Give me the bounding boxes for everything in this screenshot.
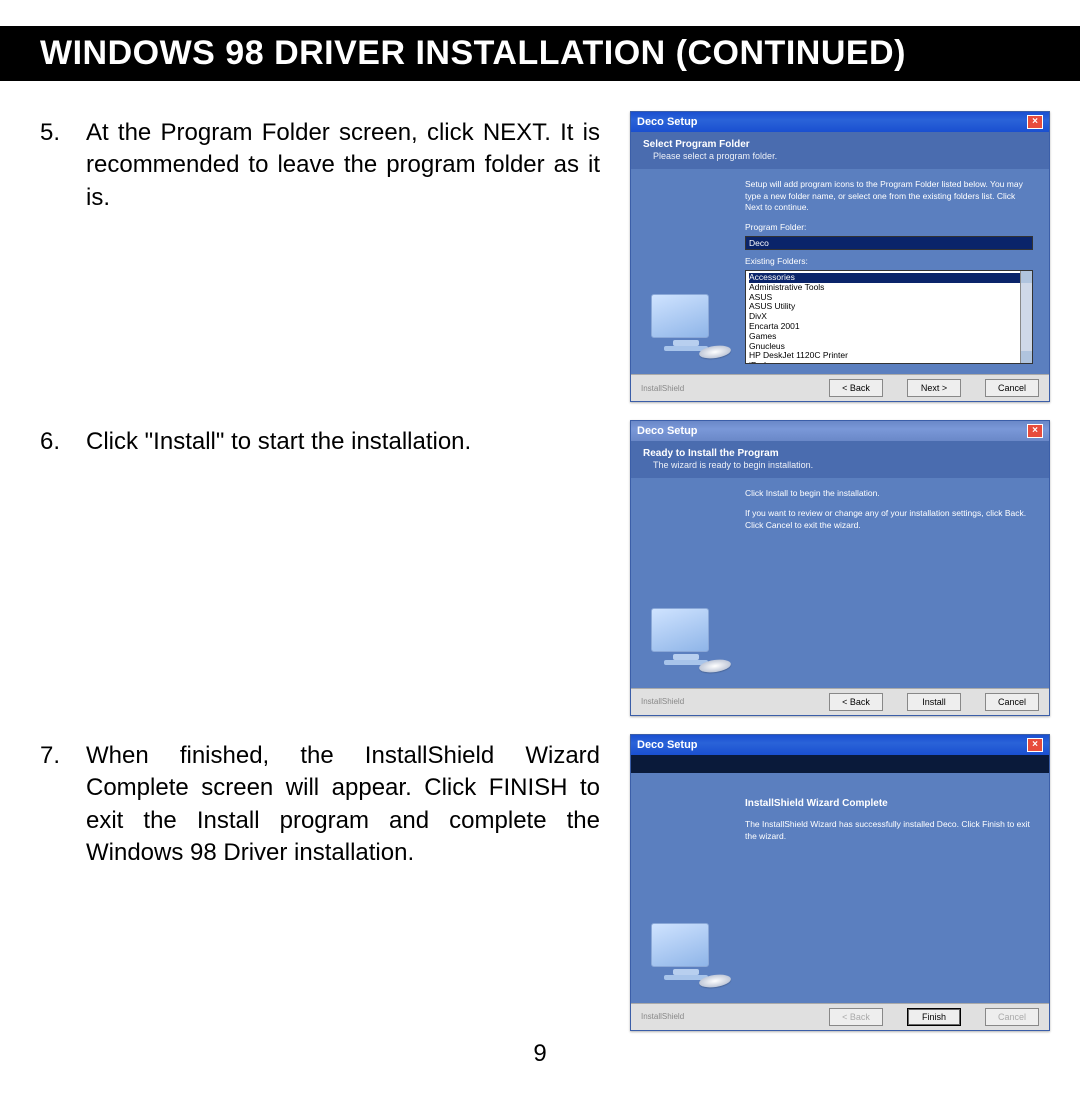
wizard-body: InstallShield Wizard Complete The Instal… (631, 773, 1049, 1003)
computer-icon (651, 294, 721, 354)
brand-label: InstallShield (641, 384, 684, 393)
list-item[interactable]: ASUS Utility (749, 302, 1029, 312)
titlebar: Deco Setup × (631, 112, 1049, 132)
cancel-button[interactable]: Cancel (985, 379, 1039, 397)
wizard-subheader: Select Program Folder Please select a pr… (631, 132, 1049, 169)
step-5-row: 5. At the Program Folder screen, click N… (40, 111, 1052, 402)
page-number: 9 (0, 1040, 1080, 1068)
subheader-desc: Please select a program folder. (643, 151, 1037, 163)
step-5-body: At the Program Folder screen, click NEXT… (86, 117, 600, 214)
list-item[interactable]: iPod (749, 361, 1029, 364)
page-title: WINDOWS 98 DRIVER INSTALLATION (CONTINUE… (40, 34, 1040, 73)
existing-label: Existing Folders: (745, 256, 1033, 268)
step-7-row: 7. When finished, the InstallShield Wiza… (40, 734, 1052, 1031)
cancel-button[interactable]: Cancel (985, 693, 1039, 711)
subheader-desc: The wizard is ready to begin installatio… (643, 460, 1037, 472)
brand-label: InstallShield (641, 1012, 684, 1021)
computer-icon (651, 923, 721, 983)
list-item[interactable]: Administrative Tools (749, 283, 1029, 293)
page-header: WINDOWS 98 DRIVER INSTALLATION (CONTINUE… (0, 26, 1080, 81)
screenshot-5: Deco Setup × Select Program Folder Pleas… (630, 111, 1050, 402)
window-title: Deco Setup (637, 739, 698, 751)
next-button[interactable]: Next > (907, 379, 961, 397)
wizard-hint2: If you want to review or change any of y… (745, 508, 1033, 532)
wizard-graphic (631, 773, 741, 1003)
wizard-right: Click Install to begin the installation.… (741, 478, 1049, 688)
install-button[interactable]: Install (907, 693, 961, 711)
subheader-title: Select Program Folder (643, 138, 1037, 151)
finish-button[interactable]: Finish (907, 1008, 961, 1026)
step-7-body: When finished, the InstallShield Wizard … (86, 740, 600, 870)
subheader-title: Ready to Install the Program (643, 447, 1037, 460)
window-title: Deco Setup (637, 425, 698, 437)
wizard-subheader-dark (631, 755, 1049, 773)
step-6-text: 6. Click "Install" to start the installa… (40, 420, 600, 458)
wizard-footer: InstallShield < Back Next > Cancel (631, 374, 1049, 401)
back-button[interactable]: < Back (829, 1008, 883, 1026)
step-6-num: 6. (40, 426, 70, 458)
step-7-num: 7. (40, 740, 70, 870)
back-button[interactable]: < Back (829, 693, 883, 711)
complete-title: InstallShield Wizard Complete (745, 797, 1033, 811)
cancel-button[interactable]: Cancel (985, 1008, 1039, 1026)
wizard-graphic (631, 478, 741, 688)
program-folder-input[interactable]: Deco (745, 236, 1033, 250)
wizard-body: Setup will add program icons to the Prog… (631, 169, 1049, 374)
close-icon[interactable]: × (1027, 424, 1043, 438)
scrollbar[interactable] (1020, 271, 1032, 363)
close-icon[interactable]: × (1027, 738, 1043, 752)
list-item[interactable]: Games (749, 332, 1029, 342)
complete-text: The InstallShield Wizard has successfull… (745, 819, 1033, 843)
wizard-graphic (631, 169, 741, 374)
wizard-right: Setup will add program icons to the Prog… (741, 169, 1049, 374)
step-5-text: 5. At the Program Folder screen, click N… (40, 111, 600, 214)
step-5-num: 5. (40, 117, 70, 214)
close-icon[interactable]: × (1027, 115, 1043, 129)
list-item[interactable]: HP DeskJet 1120C Printer (749, 351, 1029, 361)
wizard-subheader: Ready to Install the Program The wizard … (631, 441, 1049, 478)
step-6-row: 6. Click "Install" to start the installa… (40, 420, 1052, 716)
installer-window-5: Deco Setup × Select Program Folder Pleas… (630, 111, 1050, 402)
wizard-body: Click Install to begin the installation.… (631, 478, 1049, 688)
wizard-footer: InstallShield < Back Finish Cancel (631, 1003, 1049, 1030)
titlebar: Deco Setup × (631, 421, 1049, 441)
screenshot-6: Deco Setup × Ready to Install the Progra… (630, 420, 1050, 716)
step-7-text: 7. When finished, the InstallShield Wiza… (40, 734, 600, 870)
back-button[interactable]: < Back (829, 379, 883, 397)
brand-label: InstallShield (641, 697, 684, 706)
step-6-body: Click "Install" to start the installatio… (86, 426, 600, 458)
existing-folders-list[interactable]: Accessories Administrative Tools ASUS AS… (745, 270, 1033, 364)
wizard-footer: InstallShield < Back Install Cancel (631, 688, 1049, 715)
wizard-hint: Setup will add program icons to the Prog… (745, 179, 1033, 215)
list-item[interactable]: Encarta 2001 (749, 322, 1029, 332)
wizard-right: InstallShield Wizard Complete The Instal… (741, 773, 1049, 1003)
page-content: 5. At the Program Folder screen, click N… (0, 81, 1080, 1031)
installer-window-6: Deco Setup × Ready to Install the Progra… (630, 420, 1050, 716)
screenshot-7: Deco Setup × InstallShield Wizard Comple… (630, 734, 1050, 1031)
titlebar: Deco Setup × (631, 735, 1049, 755)
computer-icon (651, 608, 721, 668)
folder-label: Program Folder: (745, 222, 1033, 234)
installer-window-7: Deco Setup × InstallShield Wizard Comple… (630, 734, 1050, 1031)
wizard-hint1: Click Install to begin the installation. (745, 488, 1033, 500)
window-title: Deco Setup (637, 116, 698, 128)
